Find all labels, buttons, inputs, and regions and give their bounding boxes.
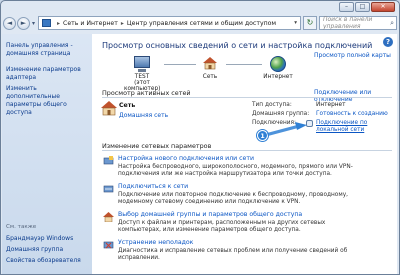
close-button[interactable]: ✕: [371, 2, 395, 12]
connection-icon: [306, 120, 313, 127]
breadcrumb-separator-icon[interactable]: ▸: [57, 20, 60, 27]
see-also-list: Брандмауэр Windows Домашняя группа Свойс…: [6, 235, 83, 268]
refresh-button[interactable]: ↻: [303, 16, 317, 30]
connect-disconnect-link[interactable]: Подключение или отключение: [314, 89, 397, 103]
search-input[interactable]: Поиск в панели управления ⌕: [319, 16, 397, 30]
address-dropdown-icon[interactable]: ▾: [294, 20, 297, 26]
left-pane: Панель управления - домашняя страница Из…: [2, 34, 92, 274]
home-network-icon: [101, 101, 117, 116]
choose-homegroup-sharing-link[interactable]: Выбор домашней группы и параметров общег…: [118, 211, 363, 218]
minimize-button[interactable]: –: [339, 2, 354, 12]
network-node-label: Сеть: [202, 74, 218, 80]
connect-to-network-link[interactable]: Подключиться к сети: [118, 183, 363, 190]
task-troubleshoot: Устранение неполадок Диагностика и испра…: [118, 239, 363, 262]
troubleshoot-icon: [103, 241, 114, 249]
network-name: Сеть: [119, 102, 136, 109]
access-type-label: Тип доступа:: [252, 102, 292, 108]
internet-options-link[interactable]: Свойства обозревателя: [6, 257, 81, 265]
map-node-computer: TEST (этот компьютер): [124, 56, 160, 92]
callout-arrow-icon: [267, 122, 307, 136]
search-icon[interactable]: ⌕: [390, 19, 394, 28]
setup-new-connection-link[interactable]: Настройка нового подключения или сети: [118, 155, 363, 162]
address-bar[interactable]: ▸ Сеть и Интернет ▸ Центр управления сет…: [38, 16, 301, 30]
map-connection-line: [164, 64, 196, 65]
task-description: Диагностика и исправление сетевых пробле…: [118, 248, 348, 262]
new-connection-icon: [103, 156, 114, 165]
change-adapter-settings-link[interactable]: Изменение параметров адаптера: [6, 66, 90, 82]
navigation-bar: ◄ ► ▾ ▸ Сеть и Интернет ▸ Центр управлен…: [3, 14, 397, 32]
see-full-map-link[interactable]: Просмотр полной карты: [314, 52, 391, 59]
main-content: ? Просмотр основных сведений о сети и на…: [92, 34, 397, 274]
divider: [102, 97, 392, 98]
local-area-connection-link[interactable]: Подключение по локальной сети: [316, 120, 376, 134]
globe-icon: [270, 56, 286, 72]
troubleshoot-problems-link[interactable]: Устранение неполадок: [118, 239, 363, 246]
homegroup-ready-link[interactable]: Готовность к созданию: [316, 111, 388, 117]
breadcrumb-network-internet[interactable]: Сеть и Интернет: [63, 20, 118, 27]
homegroup-link[interactable]: Домашняя группа: [6, 246, 81, 254]
recent-pages-dropdown[interactable]: ▾: [32, 20, 35, 27]
help-button[interactable]: ?: [383, 37, 393, 47]
map-node-network[interactable]: Сеть: [198, 56, 222, 80]
internet-node-label: Интернет: [263, 74, 293, 80]
access-type-value: Интернет: [316, 102, 346, 108]
search-placeholder: Поиск в панели управления: [323, 16, 373, 30]
advanced-sharing-settings-link[interactable]: Изменить дополнительные параметры общего…: [6, 85, 90, 117]
control-panel-window: – □ ✕ ◄ ► ▾ ▸ Сеть и Интернет ▸ Центр уп…: [0, 0, 400, 275]
network-type-link[interactable]: Домашняя сеть: [119, 112, 168, 119]
task-description: Настройка беспроводного, широкополосного…: [118, 164, 353, 178]
control-panel-home-link[interactable]: Панель управления - домашняя страница: [6, 42, 90, 58]
house-icon: [203, 57, 217, 70]
task-new-connection: Настройка нового подключения или сети На…: [118, 155, 363, 178]
see-also-heading: См. также: [6, 224, 37, 230]
task-homegroup: Выбор домашней группы и параметров общег…: [118, 211, 363, 234]
breadcrumb-separator-icon[interactable]: ▸: [121, 20, 124, 27]
homegroup-label: Домашняя группа:: [252, 111, 310, 117]
connect-to-network-icon: [103, 185, 114, 193]
control-panel-icon: [42, 19, 52, 27]
windows-firewall-link[interactable]: Брандмауэр Windows: [6, 235, 81, 243]
forward-button[interactable]: ►: [17, 16, 30, 30]
back-button[interactable]: ◄: [3, 16, 16, 30]
task-description: Подключение или повторное подключение к …: [118, 192, 348, 206]
task-description: Доступ к файлам и принтерам, расположенн…: [118, 220, 326, 234]
homegroup-sharing-icon: [103, 212, 114, 222]
computer-icon: [134, 56, 150, 68]
task-connect-network: Подключиться к сети Подключение или повт…: [118, 183, 363, 206]
divider: [102, 150, 392, 151]
change-settings-heading: Изменение сетевых параметров: [102, 142, 212, 150]
computer-stand-icon: [138, 69, 146, 72]
breadcrumb-network-center[interactable]: Центр управления сетями и общим доступом: [127, 20, 276, 27]
caption-controls: – □ ✕: [339, 2, 395, 12]
active-networks-heading: Просмотр активных сетей: [102, 89, 191, 97]
maximize-button[interactable]: □: [355, 2, 370, 12]
map-node-internet[interactable]: Интернет: [260, 56, 296, 80]
map-connection-line: [226, 64, 262, 65]
page-title: Просмотр основных сведений о сети и наст…: [102, 41, 373, 50]
